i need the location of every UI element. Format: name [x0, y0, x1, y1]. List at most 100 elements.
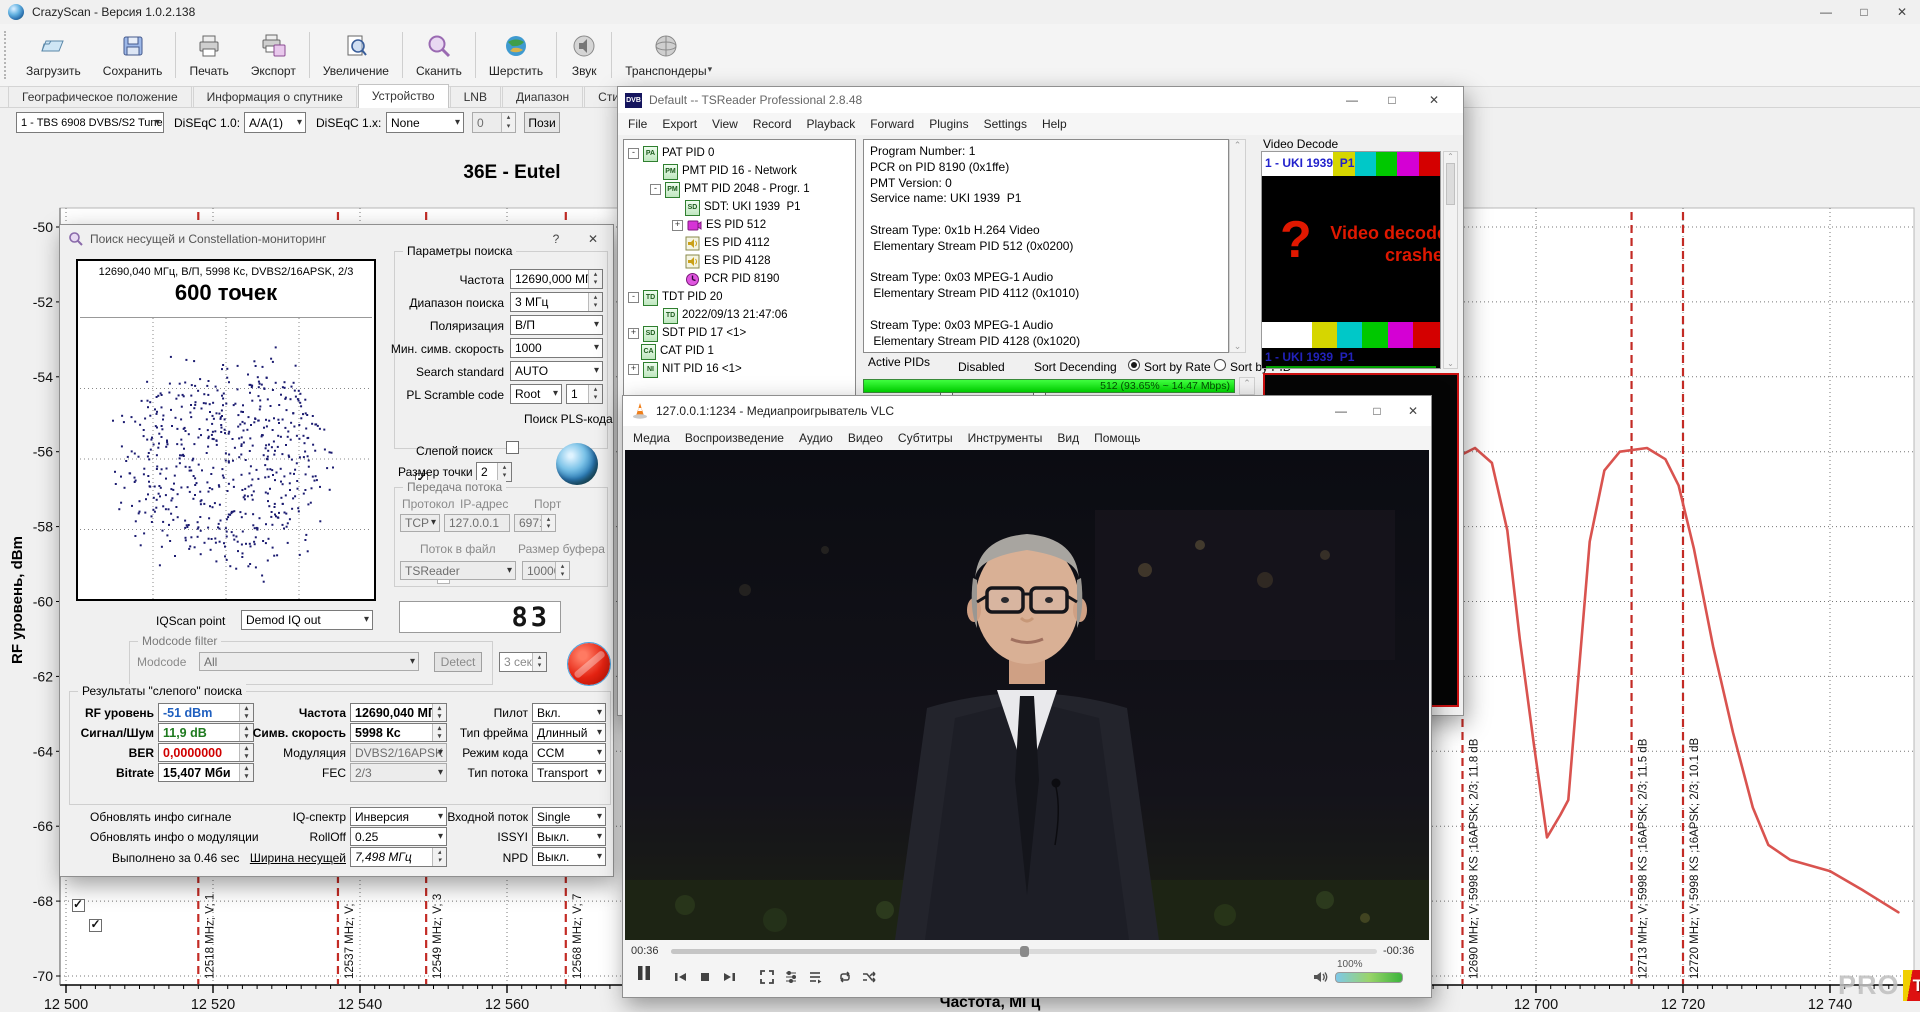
- vlc-menu-2[interactable]: Воспроизведение: [685, 431, 784, 445]
- protocol-select[interactable]: TCP: [400, 514, 440, 532]
- pl-scramble-select[interactable]: Root: [510, 384, 562, 404]
- stop-scan-button[interactable]: [568, 643, 610, 685]
- expand-icon[interactable]: +: [628, 328, 639, 339]
- scroll-down-icon[interactable]: ⌄: [1230, 341, 1245, 352]
- program-info-line: Program Number: 1: [870, 144, 1222, 160]
- collapse-icon[interactable]: -: [628, 292, 639, 303]
- collapse-icon[interactable]: -: [650, 184, 661, 195]
- collapse-icon[interactable]: -: [628, 148, 639, 159]
- point-size-spinner[interactable]: 2: [476, 462, 512, 482]
- modcode-select[interactable]: All: [199, 652, 419, 671]
- ip-field[interactable]: 127.0.0.1: [444, 514, 510, 532]
- constellation-title: 600 точек: [78, 280, 374, 306]
- input-stream-select[interactable]: Single: [532, 807, 606, 826]
- loop-button[interactable]: [835, 966, 855, 988]
- info-scrollbar[interactable]: ⌃ ⌄: [1229, 139, 1246, 353]
- tree-row[interactable]: PMPMT PID 16 - Network: [628, 162, 855, 180]
- vlc-menu-1[interactable]: Медиа: [633, 431, 670, 445]
- menu-file[interactable]: File: [628, 117, 647, 131]
- expand-icon[interactable]: +: [628, 364, 639, 375]
- vlc-maximize-button[interactable]: □: [1359, 396, 1395, 426]
- menu-plugins[interactable]: Plugins: [929, 117, 968, 131]
- tree-row[interactable]: +ES PID 512: [628, 216, 855, 234]
- min-symrate-combo[interactable]: 1000: [510, 338, 603, 358]
- vlc-menu-7[interactable]: Вид: [1057, 431, 1079, 445]
- volume-icon[interactable]: [1311, 966, 1331, 988]
- tree-row[interactable]: +NINIT PID 16 <1>: [628, 360, 855, 378]
- npd-select[interactable]: Выкл.: [532, 847, 606, 866]
- vlc-minimize-button[interactable]: —: [1323, 396, 1359, 426]
- vlc-video-area[interactable]: [625, 450, 1429, 940]
- decoder-error-text: Video decoder crashed: [1324, 222, 1441, 266]
- tree-row[interactable]: ES PID 4128: [628, 252, 855, 270]
- vlc-menu-5[interactable]: Субтитры: [898, 431, 953, 445]
- vlc-menu-4[interactable]: Видео: [848, 431, 883, 445]
- polarization-select[interactable]: В/П: [510, 315, 603, 335]
- issyi-select[interactable]: Выкл.: [532, 827, 606, 846]
- tree-row[interactable]: ES PID 4112: [628, 234, 855, 252]
- tree-row[interactable]: TD2022/09/13 21:47:06: [628, 306, 855, 324]
- seek-bar[interactable]: [671, 949, 1377, 954]
- disabled-label: Disabled: [958, 360, 1005, 374]
- extended-settings-button[interactable]: [781, 966, 801, 988]
- tree-row[interactable]: CACAT PID 1: [628, 342, 855, 360]
- menu-help[interactable]: Help: [1042, 117, 1067, 131]
- issyi-label: ISSYI: [428, 830, 528, 844]
- playlist-button[interactable]: [805, 966, 825, 988]
- expand-icon[interactable]: +: [672, 220, 683, 231]
- pid-rate-bar: 512 (93.65% ~ 14.47 Mbps): [863, 379, 1235, 393]
- vlc-menu-6[interactable]: Инструменты: [968, 431, 1043, 445]
- pls-search-checkbox[interactable]: [506, 441, 519, 454]
- reader-select[interactable]: TSReader: [400, 561, 516, 580]
- port-spinner[interactable]: 6971: [514, 514, 556, 532]
- menu-playback[interactable]: Playback: [807, 117, 856, 131]
- menu-forward[interactable]: Forward: [870, 117, 914, 131]
- pid-bar-scroll-icon[interactable]: ⌃: [1239, 377, 1255, 395]
- sort-by-pid-radio[interactable]: [1214, 359, 1226, 371]
- y-tick-label: -66: [33, 818, 53, 834]
- carrier-width-link[interactable]: Ширина несущей: [246, 851, 346, 865]
- tree-row[interactable]: -PMPMT PID 2048 - Progr. 1: [628, 180, 855, 198]
- stop-button[interactable]: [695, 966, 715, 988]
- range-spinner[interactable]: 3 МГц: [510, 292, 603, 312]
- vlc-close-button[interactable]: ✕: [1395, 396, 1431, 426]
- vlc-menu-3[interactable]: Аудио: [799, 431, 833, 445]
- detect-interval-spinner[interactable]: 3 сек: [499, 652, 547, 672]
- volume-slider[interactable]: [1335, 972, 1403, 983]
- search-standard-select[interactable]: AUTO: [510, 361, 603, 381]
- blind-search-label: Слепой поиск: [416, 444, 493, 458]
- fullscreen-button[interactable]: [757, 966, 777, 988]
- result-value[interactable]: Вкл.: [532, 703, 606, 722]
- menu-view[interactable]: View: [712, 117, 738, 131]
- buffer-spinner[interactable]: 100000: [522, 561, 570, 580]
- video-decode-scrollbar[interactable]: ⌃ ⌄: [1443, 151, 1458, 369]
- detect-button[interactable]: Detect: [434, 652, 482, 672]
- menu-settings[interactable]: Settings: [984, 117, 1027, 131]
- time-elapsed: 00:36: [631, 945, 659, 957]
- result-value[interactable]: CCM: [532, 743, 606, 762]
- update-modulation-checkbox[interactable]: [89, 919, 102, 932]
- tree-row[interactable]: -TDTDT PID 20: [628, 288, 855, 306]
- vlc-menu-8[interactable]: Помощь: [1094, 431, 1140, 445]
- result-value[interactable]: Transport: [532, 763, 606, 782]
- menu-export[interactable]: Export: [662, 117, 697, 131]
- seek-handle[interactable]: [1020, 946, 1029, 957]
- scroll-down-icon[interactable]: ⌄: [1444, 359, 1457, 368]
- freq-spinner[interactable]: 12690,000 МГц: [510, 269, 603, 289]
- scroll-up-icon[interactable]: ⌃: [1444, 152, 1457, 161]
- tree-row[interactable]: -PAPAT PID 0: [628, 144, 855, 162]
- previous-button[interactable]: [671, 966, 691, 988]
- result-value[interactable]: Длинный: [532, 723, 606, 742]
- scroll-up-icon[interactable]: ⌃: [1230, 140, 1245, 151]
- update-signal-checkbox[interactable]: [72, 899, 85, 912]
- next-button[interactable]: [719, 966, 739, 988]
- tree-row[interactable]: +SDSDT PID 17 <1>: [628, 324, 855, 342]
- sort-by-rate-radio[interactable]: [1128, 359, 1140, 371]
- tree-row[interactable]: SDSDT: UKI 1939 P1: [628, 198, 855, 216]
- pl-scramble-spinner[interactable]: 1: [566, 384, 603, 404]
- menu-record[interactable]: Record: [753, 117, 792, 131]
- random-button[interactable]: [859, 966, 879, 988]
- pause-button[interactable]: [631, 962, 657, 984]
- iqscan-select[interactable]: Demod IQ out: [241, 610, 373, 630]
- tree-row[interactable]: PCR PID 8190: [628, 270, 855, 288]
